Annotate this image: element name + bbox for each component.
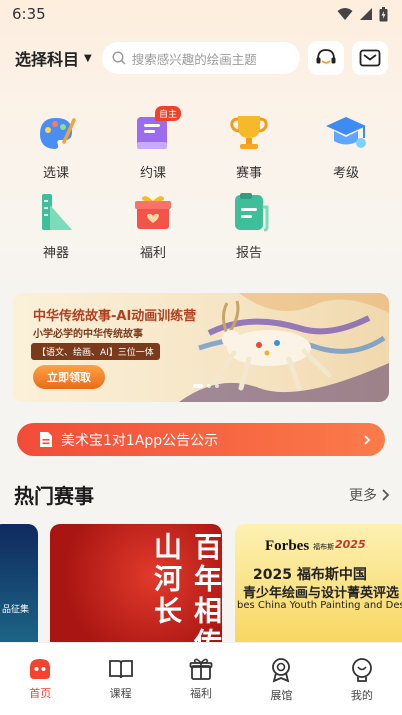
announcement-text: 美术宝1对1App公告公示 (61, 432, 219, 449)
promo-banner[interactable]: 中华传统故事-AI动画训练营 小学必学的中华传统故事 【语文、绘画、AI】三位一… (13, 293, 389, 402)
self-service-badge: 自主 (154, 106, 181, 121)
grid-label: 选课 (42, 166, 69, 181)
carousel-indicator (193, 384, 219, 388)
tab-label: 首页 (29, 687, 52, 700)
claim-now-button[interactable]: 立即领取 (33, 365, 105, 389)
palette-icon (40, 118, 76, 149)
announcement-bar[interactable]: 美术宝1对1App公告公示 (17, 423, 385, 456)
event-card-text: 百年相传 山河长 (150, 532, 222, 654)
tab-label: 福利 (190, 687, 213, 700)
tab-label: 展馆 (270, 689, 293, 702)
event-card[interactable]: Forbes 福布斯 2025 2025 福布斯中国 青少年绘画与设计菁英评选 … (235, 524, 402, 654)
battery-icon (379, 6, 388, 21)
signal-icon (360, 8, 372, 20)
grid-label: 约课 (139, 166, 166, 181)
event-card[interactable]: 百年相传 山河长 (50, 524, 222, 654)
banner-tag: 【语文、绘画、AI】三位一体 (31, 343, 160, 360)
event-headline: 2025 福布斯中国 (253, 567, 367, 583)
top-header: 选择科目 ▼ 搜索感兴趣的绘画主题 (0, 40, 402, 76)
report-icon (235, 193, 269, 232)
grid-item-course-select[interactable]: 选课 (16, 110, 96, 181)
carousel-dot (207, 384, 211, 388)
wifi-icon (337, 8, 353, 20)
search-input[interactable]: 搜索感兴趣的绘画主题 (101, 42, 300, 74)
search-icon (112, 51, 126, 65)
grid-item-booking[interactable]: 自主 约课 (113, 106, 193, 181)
trophy-icon (230, 116, 268, 149)
banner-title: 中华传统故事-AI动画训练营 (33, 309, 197, 324)
tab-home[interactable]: 首页 (0, 643, 80, 715)
document-icon (40, 432, 52, 447)
chevron-right-icon (382, 488, 390, 501)
carousel-dot (215, 384, 219, 388)
more-label: 更多 (349, 487, 377, 504)
tab-gallery[interactable]: 展馆 (241, 643, 321, 715)
award-icon (272, 658, 291, 683)
profile-icon (351, 658, 372, 682)
grid-item-welfare[interactable]: 福利 (113, 190, 193, 261)
event-english: bes China Youth Painting and Design Elit… (237, 600, 402, 611)
grid-label: 报告 (235, 246, 262, 261)
forbes-logo: Forbes (265, 538, 310, 554)
tab-welfare[interactable]: 福利 (161, 643, 241, 715)
event-subline: 青少年绘画与设计菁英评选 (243, 586, 400, 601)
mail-icon (359, 49, 381, 67)
messages-button[interactable] (351, 41, 388, 75)
home-mascot-icon (30, 659, 51, 679)
customer-service-button[interactable] (307, 41, 344, 75)
tab-label: 课程 (109, 687, 132, 700)
gift-box-icon (135, 196, 171, 229)
event-card-text: 品征集 (2, 605, 30, 615)
subject-selector[interactable]: 选择科目 ▼ (15, 46, 92, 70)
section-title: 热门赛事 (14, 484, 94, 508)
status-bar: 6:35 (0, 0, 402, 28)
chevron-right-icon (364, 434, 371, 445)
event-card[interactable]: 品征集 (0, 524, 38, 654)
tab-courses[interactable]: 课程 (80, 643, 160, 715)
bottom-tab-bar: 首页 课程 福利 展馆 我的 (0, 642, 402, 715)
grid-item-tools[interactable]: 神器 (16, 190, 96, 261)
banner-subtitle: 小学必学的中华传统故事 (33, 329, 143, 340)
grid-label: 赛事 (235, 166, 262, 181)
gift-icon (189, 658, 213, 680)
tab-label: 我的 (350, 689, 373, 702)
grid-item-competition[interactable]: 赛事 (209, 110, 289, 181)
open-book-icon (108, 660, 133, 679)
grid-item-exam-grading[interactable]: 考级 (306, 110, 386, 181)
event-year: 2025 (335, 538, 366, 551)
hot-events-header: 热门赛事 更多 (14, 480, 390, 509)
headset-icon (316, 49, 336, 64)
grid-label: 考级 (332, 166, 359, 181)
carousel-dot (193, 384, 203, 388)
forbes-cn-label: 福布斯 (313, 542, 335, 551)
caret-down-icon: ▼ (84, 52, 92, 64)
grid-item-report[interactable]: 报告 (209, 190, 289, 261)
grid-label: 神器 (42, 246, 69, 261)
search-placeholder: 搜索感兴趣的绘画主题 (131, 51, 257, 67)
grid-label: 福利 (139, 246, 166, 261)
subject-label: 选择科目 (15, 50, 80, 69)
ruler-triangle-icon (42, 194, 72, 230)
status-time: 6:35 (12, 5, 46, 23)
more-link[interactable]: 更多 (349, 485, 390, 505)
graduation-cap-icon (326, 117, 366, 148)
tab-profile[interactable]: 我的 (322, 643, 402, 715)
